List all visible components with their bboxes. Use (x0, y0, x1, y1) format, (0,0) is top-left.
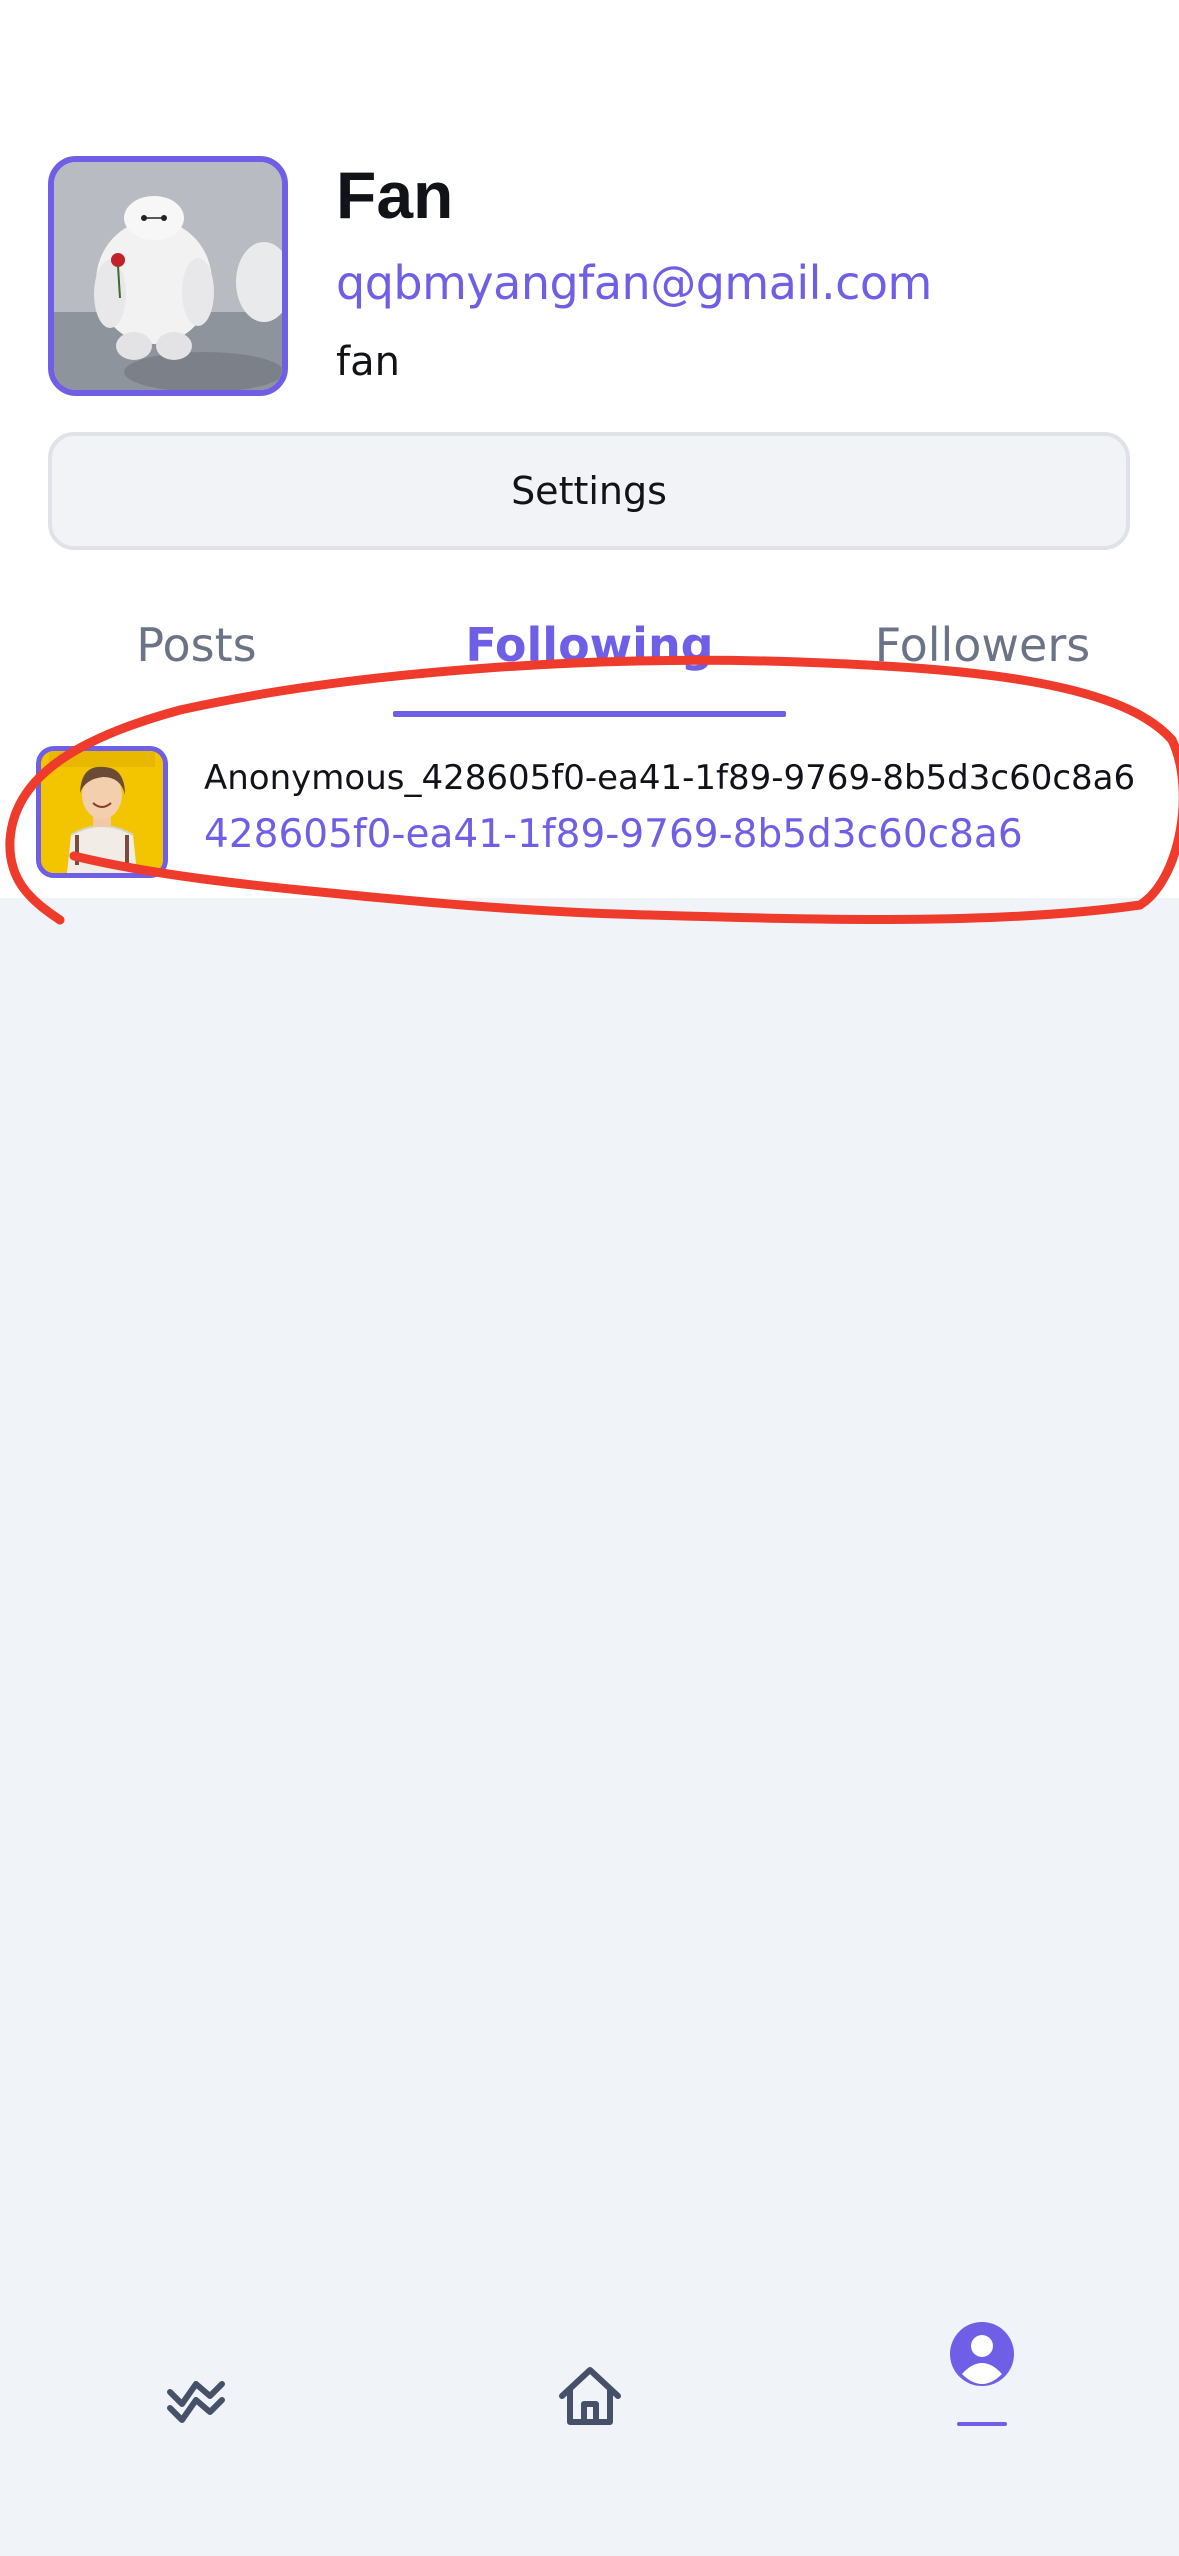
profile-handle: fan (336, 339, 400, 385)
user-photo (41, 751, 163, 873)
following-list-item[interactable]: Anonymous_428605f0-ea41-1f89-9769-8b5d3c… (0, 736, 1179, 896)
following-user-avatar[interactable] (36, 746, 168, 878)
profile-name: Fan (336, 158, 454, 232)
tab-following[interactable]: Following (393, 600, 786, 720)
active-nav-indicator (957, 2422, 1007, 2426)
following-user-id: 428605f0-ea41-1f89-9769-8b5d3c60c8a6 (204, 812, 1023, 857)
profile-photo-baymax (54, 162, 282, 390)
following-user-name: Anonymous_428605f0-ea41-1f89-9769-8b5d3c… (204, 758, 1136, 798)
tab-posts[interactable]: Posts (0, 600, 393, 720)
profile-email: qqbmyangfan@gmail.com (336, 256, 932, 310)
tab-followers[interactable]: Followers (786, 600, 1179, 720)
activity-chart-icon (167, 2381, 225, 2423)
profile-avatar[interactable] (48, 156, 288, 396)
home-icon (559, 2367, 621, 2425)
settings-button[interactable]: Settings (48, 432, 1130, 550)
nav-home[interactable] (510, 2260, 670, 2460)
profile-tabs: Posts Following Followers (0, 600, 1179, 720)
user-profile-icon (950, 2322, 1014, 2386)
bottom-navigation (0, 2260, 1179, 2556)
nav-activity[interactable] (116, 2260, 276, 2460)
active-tab-indicator (393, 711, 786, 717)
settings-button-label: Settings (511, 469, 667, 513)
nav-profile[interactable] (902, 2260, 1062, 2460)
